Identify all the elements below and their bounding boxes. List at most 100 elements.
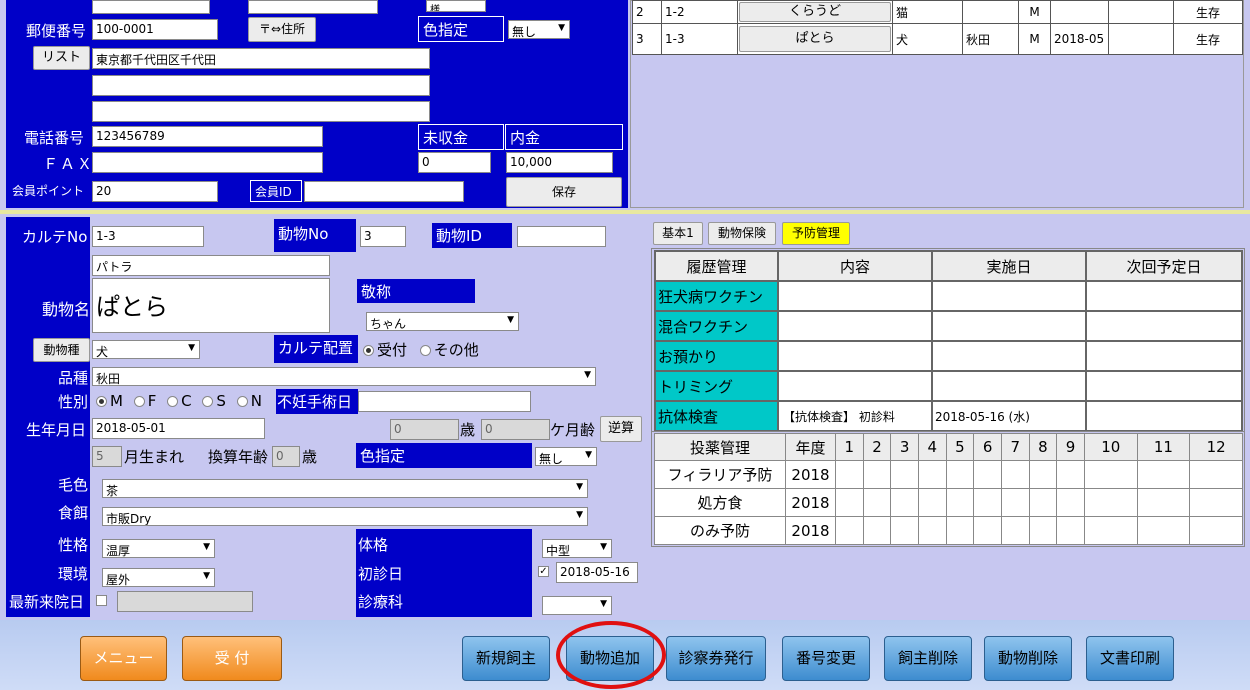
- save-button[interactable]: 保存: [506, 177, 622, 207]
- species-button[interactable]: 動物種: [33, 338, 90, 362]
- menu-button[interactable]: メニュー: [80, 636, 167, 681]
- postal-to-address-button[interactable]: 〒⇔住所: [248, 17, 316, 42]
- tab-insurance[interactable]: 動物保険: [708, 222, 776, 245]
- neuter-input[interactable]: [358, 391, 531, 412]
- med-cell[interactable]: [862, 516, 892, 545]
- last-visit-checkbox[interactable]: [96, 595, 107, 606]
- history-row-date[interactable]: [931, 370, 1087, 402]
- delete-animal-button[interactable]: 動物削除: [984, 636, 1072, 681]
- calc-age-button[interactable]: 逆算: [600, 416, 642, 442]
- sex-radio-s[interactable]: [202, 396, 214, 407]
- med-cell[interactable]: [973, 516, 1002, 545]
- med-cell[interactable]: [1136, 460, 1191, 489]
- breed-select[interactable]: 秋田 ▼: [92, 367, 596, 386]
- med-cell[interactable]: [890, 488, 919, 517]
- sex-radio-c[interactable]: [167, 396, 179, 407]
- first-visit-checkbox[interactable]: ✓: [538, 566, 549, 577]
- fax-input[interactable]: [92, 152, 323, 173]
- med-cell[interactable]: [862, 460, 892, 489]
- med-cell[interactable]: [890, 516, 919, 545]
- deposit-input[interactable]: 10,000: [506, 152, 613, 173]
- points-input[interactable]: 20: [92, 181, 218, 202]
- sex-radio-f[interactable]: [133, 396, 145, 407]
- med-cell[interactable]: [945, 488, 975, 517]
- tab-prevention[interactable]: 予防管理: [782, 222, 850, 245]
- history-row-next[interactable]: [1085, 400, 1243, 432]
- species-select[interactable]: 犬 ▼: [92, 340, 200, 359]
- med-cell[interactable]: [1000, 516, 1030, 545]
- env-select[interactable]: 屋外 ▼: [102, 568, 215, 587]
- address-input-3[interactable]: [92, 101, 430, 122]
- history-row-next[interactable]: [1085, 370, 1243, 402]
- med-cell[interactable]: [945, 516, 975, 545]
- reception-button[interactable]: 受 付: [182, 636, 282, 681]
- owner-partial-field-2[interactable]: [248, 0, 378, 14]
- med-cell[interactable]: [1056, 516, 1085, 545]
- med-cell[interactable]: [1189, 488, 1243, 517]
- history-row-date[interactable]: [931, 310, 1087, 342]
- animal-name-button[interactable]: ぱとら: [739, 26, 891, 52]
- table-row[interactable]: 3 1-3 ぱとら 犬 秋田 M 2018-05 生存: [632, 23, 1243, 55]
- med-cell[interactable]: [890, 460, 919, 489]
- history-row-content[interactable]: [777, 310, 933, 342]
- med-cell[interactable]: [917, 460, 947, 489]
- birth-input[interactable]: 2018-05-01: [92, 418, 265, 439]
- history-row-next[interactable]: [1085, 280, 1243, 312]
- kana-input[interactable]: パトラ: [92, 255, 330, 276]
- member-id-input[interactable]: [304, 181, 464, 202]
- history-row-next[interactable]: [1085, 310, 1243, 342]
- change-number-button[interactable]: 番号変更: [782, 636, 870, 681]
- build-select[interactable]: 中型 ▼: [542, 539, 612, 558]
- animal-name-input[interactable]: ぱとら: [92, 278, 330, 333]
- med-cell[interactable]: [1136, 488, 1191, 517]
- med-cell[interactable]: [1056, 488, 1085, 517]
- food-select[interactable]: 市販Dry ▼: [102, 507, 588, 526]
- address-input-2[interactable]: [92, 75, 430, 96]
- postal-input[interactable]: 100-0001: [92, 19, 218, 40]
- med-cell[interactable]: [1083, 488, 1138, 517]
- history-row-next[interactable]: [1085, 340, 1243, 372]
- med-cell[interactable]: [835, 488, 864, 517]
- dept-select[interactable]: ▼: [542, 596, 612, 615]
- animal-color-select[interactable]: 無し ▼: [535, 447, 597, 466]
- animal-no-input[interactable]: 3: [360, 226, 406, 247]
- history-row-content[interactable]: [777, 340, 933, 372]
- med-cell[interactable]: [1056, 460, 1085, 489]
- list-button[interactable]: リスト: [33, 46, 90, 70]
- animal-id-input[interactable]: [517, 226, 606, 247]
- med-cell[interactable]: [1000, 460, 1030, 489]
- sex-radio-m[interactable]: [96, 396, 107, 407]
- temper-select[interactable]: 温厚 ▼: [102, 539, 215, 558]
- med-cell[interactable]: [1189, 460, 1243, 489]
- history-row-date[interactable]: [931, 340, 1087, 372]
- owner-partial-field-1[interactable]: [92, 0, 210, 14]
- delete-owner-button[interactable]: 飼主削除: [884, 636, 972, 681]
- tab-basic1[interactable]: 基本1: [653, 222, 703, 245]
- med-cell[interactable]: [917, 516, 947, 545]
- history-row-content[interactable]: [777, 280, 933, 312]
- phone-input[interactable]: 123456789: [92, 126, 323, 147]
- coat-select[interactable]: 茶 ▼: [102, 479, 588, 498]
- med-cell[interactable]: [973, 488, 1002, 517]
- med-cell[interactable]: [1028, 460, 1058, 489]
- med-cell[interactable]: [1028, 516, 1058, 545]
- med-cell[interactable]: [945, 460, 975, 489]
- table-row[interactable]: 2 1-2 くらうど 猫 M 生存: [632, 0, 1243, 24]
- med-cell[interactable]: [917, 488, 947, 517]
- med-cell[interactable]: [1083, 460, 1138, 489]
- animal-name-button[interactable]: くらうど: [739, 2, 891, 22]
- history-row-date[interactable]: [931, 280, 1087, 312]
- address-input-1[interactable]: 東京都千代田区千代田: [92, 48, 430, 69]
- owner-color-select[interactable]: 無し ▼: [508, 20, 570, 39]
- chart-no-input[interactable]: 1-3: [92, 226, 204, 247]
- med-cell[interactable]: [1000, 488, 1030, 517]
- med-cell[interactable]: [1136, 516, 1191, 545]
- placement-radio-reception[interactable]: [363, 345, 374, 356]
- new-owner-button[interactable]: 新規飼主: [462, 636, 550, 681]
- honorific-select[interactable]: ちゃん ▼: [366, 312, 519, 331]
- med-cell[interactable]: [1189, 516, 1243, 545]
- honorific-select-top[interactable]: 様: [426, 0, 486, 12]
- med-cell[interactable]: [835, 516, 864, 545]
- med-cell[interactable]: [862, 488, 892, 517]
- med-cell[interactable]: [973, 460, 1002, 489]
